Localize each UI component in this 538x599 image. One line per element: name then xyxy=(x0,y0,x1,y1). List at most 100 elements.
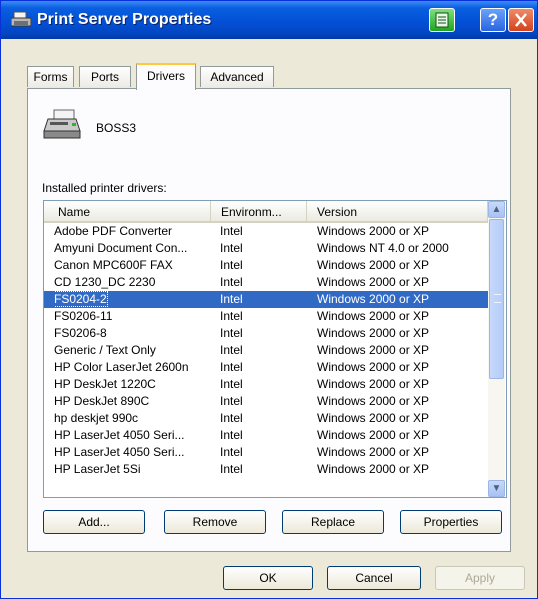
version-cell: Windows 2000 or XP xyxy=(317,461,487,478)
title-bar[interactable]: Print Server Properties ? xyxy=(1,1,537,39)
tab-advanced[interactable]: Advanced xyxy=(200,66,274,87)
remove-button[interactable]: Remove xyxy=(164,510,266,534)
version-cell-text: Windows 2000 or XP xyxy=(317,292,430,306)
table-row[interactable]: FS0204-2 Intel Windows 2000 or XP xyxy=(44,291,488,308)
button-label: Apply xyxy=(464,571,496,585)
column-header-name[interactable]: Name xyxy=(44,201,211,223)
table-row[interactable]: FS0206-8 Intel Windows 2000 or XP xyxy=(44,325,488,342)
replace-button[interactable]: Replace xyxy=(282,510,384,534)
environment-cell-text: Intel xyxy=(220,445,243,459)
green-notebook-icon[interactable] xyxy=(429,8,455,32)
table-row[interactable]: hp deskjet 990c Intel Windows 2000 or XP xyxy=(44,410,488,427)
version-cell-text: Windows 2000 or XP xyxy=(317,224,430,238)
driver-name-cell-text: FS0204-2 xyxy=(54,291,108,307)
table-row[interactable]: HP Color LaserJet 2600n Intel Windows 2000… xyxy=(44,359,488,376)
environment-cell: Intel xyxy=(220,410,310,427)
button-label: Properties xyxy=(423,515,479,529)
help-icon: ? xyxy=(487,10,499,29)
version-cell-text: Windows 2000 or XP xyxy=(317,411,430,425)
version-cell: Windows 2000 or XP xyxy=(317,342,487,359)
environment-cell-text: Intel xyxy=(220,360,243,374)
environment-cell: Intel xyxy=(220,223,310,240)
version-cell: Windows 2000 or XP xyxy=(317,444,487,461)
installed-drivers-label: Installed printer drivers: xyxy=(42,181,167,195)
table-row[interactable]: FS0206-11 Intel Windows 2000 or XP xyxy=(44,308,488,325)
help-button[interactable]: ? xyxy=(480,8,506,32)
table-row[interactable]: Adobe PDF Converter Intel Windows 2000 or … xyxy=(44,223,488,240)
environment-cell-text: Intel xyxy=(220,241,243,255)
driver-name-cell-text: HP LaserJet 5Si xyxy=(54,462,141,476)
environment-cell: Intel xyxy=(220,342,310,359)
tab-label: Ports xyxy=(90,70,119,84)
environment-cell-text: Intel xyxy=(220,462,243,476)
vertical-scrollbar[interactable]: ▲ ▼ xyxy=(488,201,505,497)
environment-cell-text: Intel xyxy=(220,292,243,306)
version-cell: Windows 2000 or XP xyxy=(317,359,487,376)
driver-name-cell-text: Canon MPC600F FAX xyxy=(54,258,173,272)
environment-cell-text: Intel xyxy=(220,343,243,357)
tab-label: Forms xyxy=(33,70,68,84)
table-row[interactable]: HP LaserJet 5Si Intel Windows 2000 or XP xyxy=(44,461,488,478)
version-cell-text: Windows 2000 or XP xyxy=(317,462,430,476)
environment-cell: Intel xyxy=(220,291,310,308)
apply-button[interactable]: Apply xyxy=(435,566,525,590)
add-button[interactable]: Add... xyxy=(43,510,145,534)
tab-ports[interactable]: Ports xyxy=(79,66,131,87)
table-row[interactable]: Amyuni Document Con... Intel Windows NT 4.… xyxy=(44,240,488,257)
driver-name-cell-text: HP DeskJet 1220C xyxy=(54,377,156,391)
version-cell: Windows NT 4.0 or 2000 xyxy=(317,240,487,257)
tab-forms[interactable]: Forms xyxy=(27,66,74,87)
version-cell: Windows 2000 or XP xyxy=(317,308,487,325)
drivers-listview[interactable]: Name Environm... Version Adobe PDF Conve… xyxy=(43,200,507,498)
version-cell-text: Windows 2000 or XP xyxy=(317,326,430,340)
environment-cell: Intel xyxy=(220,376,310,393)
driver-name-cell-text: FS0206-8 xyxy=(54,326,107,340)
close-icon xyxy=(515,13,527,27)
tab-label: Drivers xyxy=(147,69,185,83)
grip-icon xyxy=(494,294,501,303)
printer-icon xyxy=(43,109,81,139)
environment-cell: Intel xyxy=(220,257,310,274)
table-row[interactable]: Generic / Text Only Intel Windows 2000 or … xyxy=(44,342,488,359)
cancel-button[interactable]: Cancel xyxy=(327,566,421,590)
scrollbar-thumb[interactable] xyxy=(489,219,504,379)
table-row[interactable]: HP LaserJet 4050 Seri... Intel Windows 200… xyxy=(44,427,488,444)
scroll-down-button[interactable]: ▼ xyxy=(488,480,505,497)
table-row[interactable]: Canon MPC600F FAX Intel Windows 2000 or XP xyxy=(44,257,488,274)
environment-cell: Intel xyxy=(220,461,310,478)
dialog-window: Print Server Properties ? Forms Ports Dr… xyxy=(0,0,538,599)
environment-cell-text: Intel xyxy=(220,428,243,442)
table-row[interactable]: HP DeskJet 1220C Intel Windows 2000 or XP xyxy=(44,376,488,393)
printer-server-icon xyxy=(11,12,31,27)
properties-button[interactable]: Properties xyxy=(400,510,502,534)
chevron-down-icon: ▼ xyxy=(491,483,502,494)
environment-cell: Intel xyxy=(220,274,310,291)
table-row[interactable]: HP DeskJet 890C Intel Windows 2000 or XP xyxy=(44,393,488,410)
environment-cell-text: Intel xyxy=(220,326,243,340)
driver-name-cell: Amyuni Document Con... xyxy=(54,240,214,257)
driver-name-cell: HP Color LaserJet 2600n xyxy=(54,359,214,376)
chevron-up-icon: ▲ xyxy=(491,204,502,215)
environment-cell-text: Intel xyxy=(220,411,243,425)
table-row[interactable]: HP LaserJet 4050 Seri... Intel Windows 200… xyxy=(44,444,488,461)
environment-cell: Intel xyxy=(220,427,310,444)
column-header-version[interactable]: Version xyxy=(307,201,488,223)
scroll-up-button[interactable]: ▲ xyxy=(488,201,505,218)
driver-name-cell: HP LaserJet 5Si xyxy=(54,461,214,478)
listview-body: Adobe PDF Converter Intel Windows 2000 or … xyxy=(44,223,488,478)
window-title: Print Server Properties xyxy=(37,11,212,28)
driver-name-cell: HP DeskJet 890C xyxy=(54,393,214,410)
version-cell-text: Windows 2000 or XP xyxy=(317,360,430,374)
ok-button[interactable]: OK xyxy=(223,566,313,590)
button-label: Remove xyxy=(192,515,238,529)
column-header-environment[interactable]: Environm... xyxy=(211,201,307,223)
table-row[interactable]: CD 1230_DC 2230 Intel Windows 2000 or XP xyxy=(44,274,488,291)
drivers-panel: BOSS3 Installed printer drivers: Name En… xyxy=(27,88,511,552)
environment-cell: Intel xyxy=(220,240,310,257)
version-cell: Windows 2000 or XP xyxy=(317,291,487,308)
driver-name-cell-text: hp deskjet 990c xyxy=(54,411,139,425)
environment-cell: Intel xyxy=(220,444,310,461)
driver-name-cell-text: Generic / Text Only xyxy=(54,343,156,357)
close-button[interactable] xyxy=(508,8,534,32)
tab-drivers[interactable]: Drivers xyxy=(136,63,196,90)
